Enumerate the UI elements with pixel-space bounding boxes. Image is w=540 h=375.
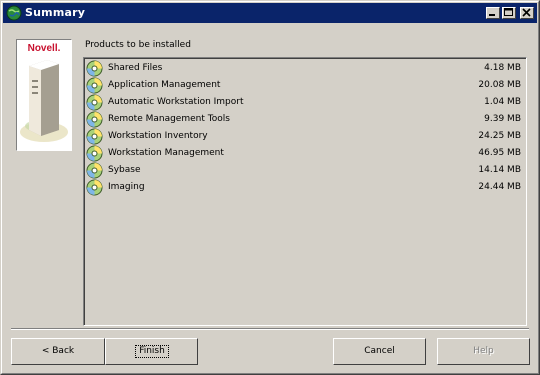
product-size: 9.39 MB [484, 114, 521, 124]
product-size: 46.95 MB [478, 148, 521, 158]
finish-button[interactable]: Finish [105, 338, 198, 365]
product-name: Remote Management Tools [108, 114, 230, 124]
list-item[interactable]: Application Management 20.08 MB [86, 77, 522, 94]
novell-logo-panel: Novell. [16, 39, 72, 151]
footer-separator [11, 328, 529, 330]
products-list[interactable]: Shared Files 4.18 MB Application Managem… [83, 57, 527, 326]
maximize-button[interactable] [502, 7, 516, 19]
finish-button-label: Finish [135, 345, 169, 358]
list-item[interactable]: Workstation Management 46.95 MB [86, 145, 522, 162]
cancel-button[interactable]: Cancel [333, 338, 426, 365]
product-size: 24.25 MB [478, 131, 521, 141]
cd-disc-icon [86, 128, 103, 145]
cd-disc-icon [86, 60, 103, 77]
summary-window: Summary Novell. Products to be installed [0, 0, 540, 375]
product-name: Workstation Management [108, 148, 224, 158]
list-item[interactable]: Shared Files 4.18 MB [86, 60, 522, 77]
cd-disc-icon [86, 94, 103, 111]
cd-disc-icon [86, 77, 103, 94]
product-name: Sybase [108, 165, 141, 175]
list-item[interactable]: Remote Management Tools 9.39 MB [86, 111, 522, 128]
product-name: Shared Files [108, 63, 163, 73]
minimize-button[interactable] [486, 7, 500, 19]
product-name: Imaging [108, 182, 145, 192]
list-item[interactable]: Automatic Workstation Import 1.04 MB [86, 94, 522, 111]
close-button[interactable] [520, 7, 534, 19]
cd-disc-icon [86, 179, 103, 196]
product-name: Application Management [108, 80, 221, 90]
cd-disc-icon [86, 111, 103, 128]
back-button[interactable]: < Back [11, 338, 105, 365]
list-item[interactable]: Sybase 14.14 MB [86, 162, 522, 179]
product-size: 20.08 MB [478, 80, 521, 90]
cd-disc-icon [86, 145, 103, 162]
help-button[interactable]: Help [437, 338, 530, 365]
product-size: 24.44 MB [478, 182, 521, 192]
list-item[interactable]: Workstation Inventory 24.25 MB [86, 128, 522, 145]
server-tower-icon [20, 60, 68, 142]
globe-icon [6, 5, 22, 21]
product-size: 14.14 MB [478, 165, 521, 175]
products-heading: Products to be installed [85, 40, 191, 50]
list-item[interactable]: Imaging 24.44 MB [86, 179, 522, 196]
window-title: Summary [25, 6, 86, 19]
title-bar[interactable]: Summary [3, 3, 537, 23]
product-size: 1.04 MB [484, 97, 521, 107]
product-size: 4.18 MB [484, 63, 521, 73]
product-name: Workstation Inventory [108, 131, 208, 141]
cd-disc-icon [86, 162, 103, 179]
product-name: Automatic Workstation Import [108, 97, 244, 107]
